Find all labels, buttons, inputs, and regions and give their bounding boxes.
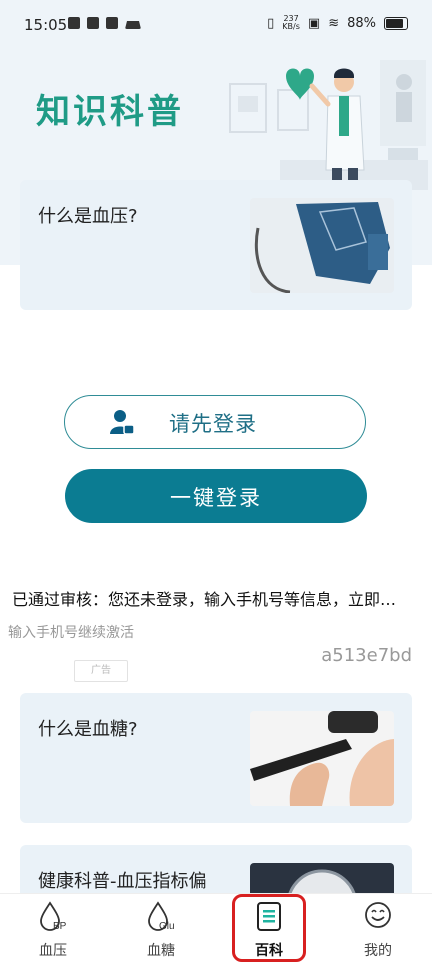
wifi-icon: ≋ (328, 15, 340, 31)
tab-mine[interactable]: 我的 (343, 900, 413, 960)
activation-hint: 输入手机号继续激活 (8, 625, 134, 641)
bottom-tab-bar: BP 血压 Glu 血糖 百科 我的 (0, 893, 432, 965)
battery-percent: 88% (347, 15, 376, 31)
tab-blood-pressure[interactable]: BP 血压 (18, 900, 88, 960)
svg-text:BP: BP (53, 921, 67, 932)
svg-text:Glu: Glu (159, 921, 175, 932)
page-title: 知识科普 (36, 92, 184, 132)
notice-text[interactable]: 已通过审核：您还未登录，输入手机号等信息，立即… (12, 586, 422, 610)
smile-icon (365, 902, 391, 928)
article-title: 健康科普-血压指标偏 (38, 871, 207, 892)
net-speed: 237 KB/s (282, 14, 300, 31)
mail-icon (68, 17, 80, 29)
article-title: 什么是血糖? (38, 719, 138, 740)
drop-bp-icon: BP (40, 901, 67, 932)
highlight-box (232, 894, 306, 962)
doctor-illustration (229, 60, 428, 190)
one-click-login-button[interactable]: 一键登录 (65, 469, 367, 523)
ad-badge: 广告 (74, 660, 128, 682)
article-card[interactable]: 什么是血糖? (20, 693, 412, 823)
one-click-login-label: 一键登录 (170, 486, 262, 510)
article-card[interactable]: 什么是血压? (20, 180, 412, 310)
battery-icon (384, 16, 408, 30)
article-title: 什么是血压? (38, 206, 138, 227)
bp-cuff-image (250, 198, 394, 293)
vibrate-icon: ▯ (267, 15, 275, 31)
status-time: 15:05 (24, 16, 68, 34)
crown-icon (125, 21, 141, 29)
link-icon (106, 17, 118, 29)
please-login-label: 请先登录 (169, 412, 257, 436)
please-login-button[interactable]: 请先登录 (64, 395, 366, 449)
ad-code: a513e7bd (321, 645, 412, 666)
glucose-meter-image (250, 711, 394, 806)
sim-icon: ▣ (307, 15, 321, 31)
user-lock-icon (110, 410, 135, 435)
app-icon (87, 17, 99, 29)
status-bar: 15:05 ▯ 237 KB/s ▣ ≋ 88% (0, 0, 432, 52)
drop-glu-icon: Glu (148, 901, 175, 932)
tab-blood-glucose[interactable]: Glu 血糖 (126, 900, 196, 960)
